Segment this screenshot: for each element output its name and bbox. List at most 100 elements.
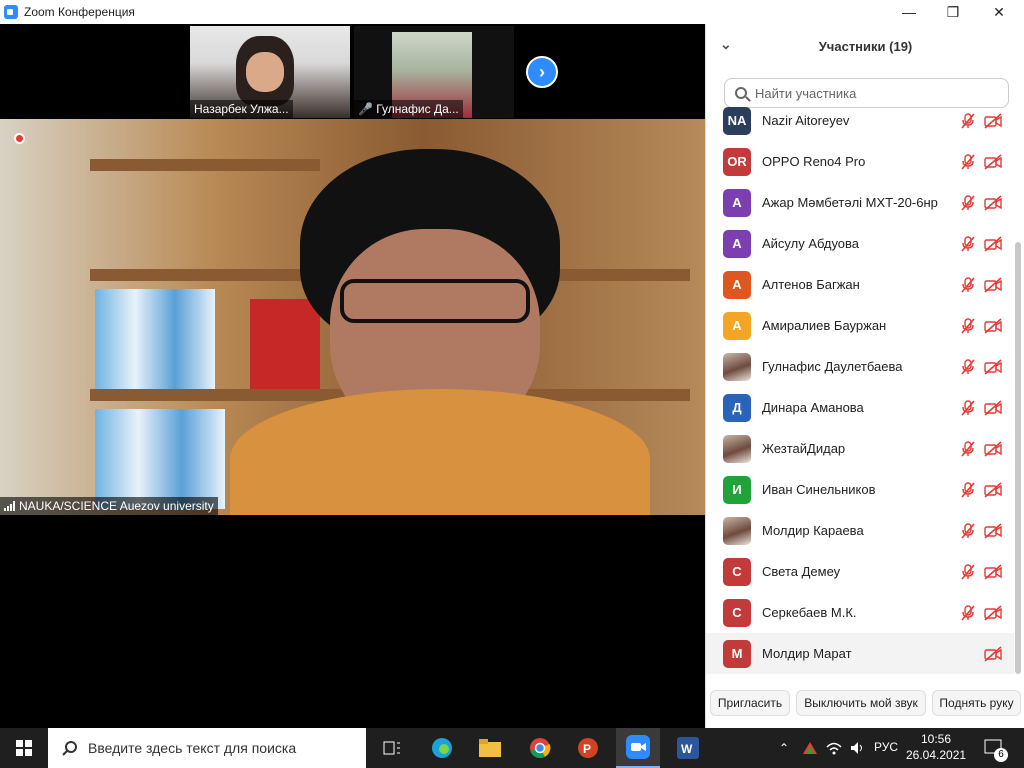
task-view-icon[interactable] (372, 728, 412, 768)
active-speaker-video: NAUKA/SCIENCE Auezov university (0, 119, 705, 515)
shelf (90, 159, 320, 171)
participant-name: ЖезтайДидар (762, 441, 846, 456)
participant-name: Молдир Марат (762, 646, 852, 661)
clock[interactable]: 10:56 26.04.2021 (906, 731, 966, 763)
muted-mic-icon[interactable] (960, 153, 976, 170)
scrollbar[interactable] (1015, 242, 1021, 674)
raise-hand-button[interactable]: Поднять руку (932, 690, 1021, 716)
network-warning-icon[interactable] (798, 728, 822, 768)
video-off-icon[interactable] (984, 194, 1002, 211)
avatar: А (723, 270, 751, 299)
video-off-icon[interactable] (984, 440, 1002, 457)
thumbnail-name: 🎤 Гулнафис Да... (354, 100, 463, 118)
video-off-icon[interactable] (984, 317, 1002, 334)
participant-row[interactable]: ЖезтайДидар (706, 428, 1014, 469)
participant-name: Алтенов Багжан (762, 277, 860, 292)
participant-name: Серкебаев М.К. (762, 605, 857, 620)
video-off-icon[interactable] (984, 235, 1002, 252)
participant-name: Ажар Мәмбетәлі МХТ-20-6нр (762, 195, 938, 210)
search-icon (735, 87, 747, 99)
participant-row[interactable]: Д Динара Аманова (706, 387, 1014, 428)
muted-mic-icon[interactable] (960, 522, 976, 539)
muted-mic-icon[interactable] (960, 235, 976, 252)
recording-icon (14, 133, 25, 144)
maximize-button[interactable]: ❐ (930, 0, 976, 24)
video-off-icon[interactable] (984, 645, 1002, 662)
muted-mic-icon[interactable] (960, 317, 976, 334)
muted-mic-icon[interactable] (960, 276, 976, 293)
video-off-icon[interactable] (984, 276, 1002, 293)
participant-name: Nazir Aitoreyev (762, 113, 850, 128)
next-page-button[interactable]: › (526, 56, 558, 88)
video-off-icon[interactable] (984, 112, 1002, 129)
books (95, 289, 215, 389)
thumbnail-video[interactable]: 🎤 Гулнафис Да... (354, 26, 514, 118)
taskbar: Введите здесь текст для поиска P W ⌃ РУС… (0, 728, 1024, 768)
participant-name: Динара Аманова (762, 400, 864, 415)
muted-mic-icon[interactable] (960, 194, 976, 211)
books (95, 409, 225, 509)
taskbar-search-placeholder: Введите здесь текст для поиска (88, 740, 297, 756)
word-icon[interactable]: W (666, 728, 710, 768)
chrome-icon[interactable] (520, 728, 560, 768)
file-explorer-icon[interactable] (470, 728, 510, 768)
participant-row[interactable]: И Иван Синельников (706, 469, 1014, 510)
chevron-down-icon[interactable]: ⌄ (720, 36, 732, 53)
avatar: Д (723, 393, 751, 422)
video-off-icon[interactable] (984, 358, 1002, 375)
notification-center-icon[interactable]: 6 (982, 728, 1008, 768)
video-off-icon[interactable] (984, 604, 1002, 621)
participant-row[interactable]: С Серкебаев М.К. (706, 592, 1014, 633)
close-button[interactable]: ✕ (976, 0, 1022, 24)
video-off-icon[interactable] (984, 563, 1002, 580)
participant-row[interactable]: Молдир Караева (706, 510, 1014, 551)
participant-search-input[interactable] (755, 85, 985, 101)
chevron-up-icon[interactable]: ⌃ (772, 728, 796, 768)
zoom-taskbar-icon[interactable] (616, 728, 660, 768)
taskbar-search[interactable]: Введите здесь текст для поиска (48, 728, 366, 768)
muted-mic-icon[interactable] (960, 481, 976, 498)
participant-row[interactable]: А Алтенов Багжан (706, 264, 1014, 305)
participants-panel: ⌄ Участники (19) NA Nazir Aitoreyev OR OPPO… (705, 24, 1024, 728)
thumbnail-video[interactable]: Назарбек Улжа... (190, 26, 350, 118)
video-off-icon[interactable] (984, 153, 1002, 170)
video-off-icon[interactable] (984, 481, 1002, 498)
muted-mic-icon[interactable] (960, 563, 976, 580)
invite-button[interactable]: Пригласить (710, 690, 790, 716)
book-cover (250, 299, 320, 389)
video-off-icon[interactable] (984, 399, 1002, 416)
avatar (723, 434, 751, 463)
avatar: А (723, 188, 751, 217)
avatar: И (723, 475, 751, 504)
participant-row[interactable]: С Света Демеу (706, 551, 1014, 592)
language-indicator[interactable]: РУС (874, 740, 898, 754)
participant-name: Амиралиев Бауржан (762, 318, 887, 333)
participants-list: NA Nazir Aitoreyev OR OPPO Reno4 Pro А Ажар М… (706, 102, 1014, 674)
volume-icon[interactable] (846, 728, 870, 768)
avatar: С (723, 598, 751, 627)
participant-row[interactable]: А Амиралиев Бауржан (706, 305, 1014, 346)
participant-row[interactable]: Гулнафис Даулетбаева (706, 346, 1014, 387)
video-off-icon[interactable] (984, 522, 1002, 539)
powerpoint-icon[interactable]: P (568, 728, 608, 768)
mute-me-button[interactable]: Выключить мой звук (796, 690, 926, 716)
avatar: NA (723, 106, 751, 135)
muted-mic-icon[interactable] (960, 440, 976, 457)
thumbnail-name: Назарбек Улжа... (190, 100, 293, 118)
participant-row[interactable]: NA Nazir Aitoreyev (706, 102, 1014, 141)
participant-face (246, 52, 284, 92)
minimize-button[interactable]: — (886, 0, 932, 24)
muted-mic-icon[interactable] (960, 358, 976, 375)
avatar: М (723, 639, 751, 668)
wifi-icon[interactable] (822, 728, 846, 768)
edge-icon[interactable] (422, 728, 462, 768)
participant-row[interactable]: М Молдир Марат (706, 633, 1014, 674)
muted-mic-icon[interactable] (960, 604, 976, 621)
muted-mic-icon[interactable] (960, 112, 976, 129)
windows-start-button[interactable] (0, 728, 48, 768)
participant-row[interactable]: А Ажар Мәмбетәлі МХТ-20-6нр (706, 182, 1014, 223)
participant-row[interactable]: А Айсулу Абдуова (706, 223, 1014, 264)
clock-date: 26.04.2021 (906, 748, 967, 762)
muted-mic-icon[interactable] (960, 399, 976, 416)
participant-row[interactable]: OR OPPO Reno4 Pro (706, 141, 1014, 182)
